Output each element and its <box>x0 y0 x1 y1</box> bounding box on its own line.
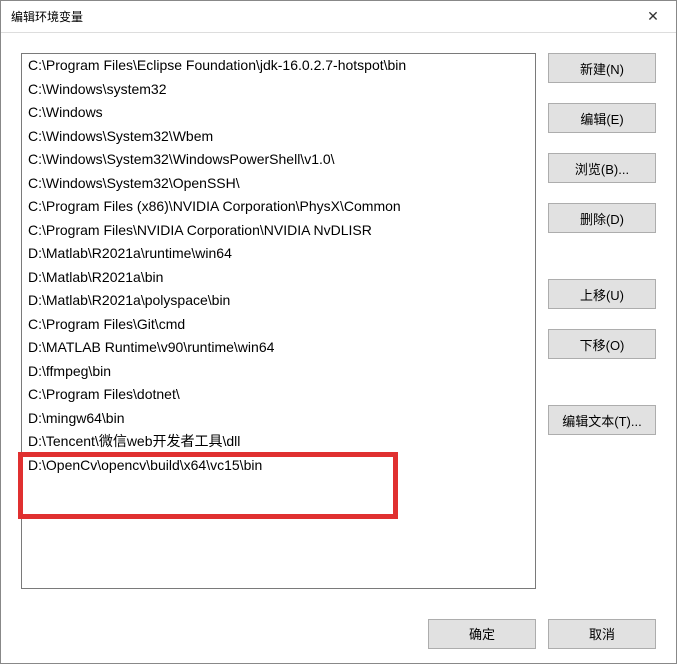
list-item[interactable]: C:\Windows <box>22 101 535 125</box>
path-listbox[interactable]: C:\Program Files\Eclipse Foundation\jdk-… <box>21 53 536 589</box>
edittext-button[interactable]: 编辑文本(T)... <box>548 405 656 435</box>
button-column: 新建(N) 编辑(E) 浏览(B)... 删除(D) 上移(U) 下移(O) 编… <box>548 53 656 603</box>
list-item[interactable]: C:\Windows\System32\OpenSSH\ <box>22 172 535 196</box>
titlebar: 编辑环境变量 ✕ <box>1 1 676 33</box>
moveup-button[interactable]: 上移(U) <box>548 279 656 309</box>
list-item[interactable]: D:\Matlab\R2021a\polyspace\bin <box>22 289 535 313</box>
list-item[interactable]: D:\mingw64\bin <box>22 407 535 431</box>
list-area: C:\Program Files\Eclipse Foundation\jdk-… <box>21 53 536 603</box>
edit-button[interactable]: 编辑(E) <box>548 103 656 133</box>
list-item[interactable]: C:\Program Files\Eclipse Foundation\jdk-… <box>22 54 535 78</box>
list-item[interactable]: D:\OpenCv\opencv\build\x64\vc15\bin <box>22 454 535 478</box>
spacer <box>548 91 656 103</box>
browse-button[interactable]: 浏览(B)... <box>548 153 656 183</box>
list-item[interactable]: D:\Matlab\R2021a\runtime\win64 <box>22 242 535 266</box>
new-button[interactable]: 新建(N) <box>548 53 656 83</box>
list-item[interactable]: D:\ffmpeg\bin <box>22 360 535 384</box>
dialog-title: 编辑环境变量 <box>11 8 83 25</box>
spacer <box>548 317 656 329</box>
list-item[interactable]: C:\Windows\System32\Wbem <box>22 125 535 149</box>
cancel-button[interactable]: 取消 <box>548 619 656 649</box>
list-item[interactable]: D:\Matlab\R2021a\bin <box>22 266 535 290</box>
spacer <box>548 241 656 279</box>
spacer <box>548 191 656 203</box>
content-area: C:\Program Files\Eclipse Foundation\jdk-… <box>1 33 676 603</box>
list-item[interactable]: D:\Tencent\微信web开发者工具\dll <box>22 430 535 454</box>
spacer <box>548 141 656 153</box>
list-item[interactable]: C:\Program Files\Git\cmd <box>22 313 535 337</box>
list-item[interactable]: C:\Program Files\NVIDIA Corporation\NVID… <box>22 219 535 243</box>
list-item[interactable]: C:\Program Files (x86)\NVIDIA Corporatio… <box>22 195 535 219</box>
list-item[interactable]: C:\Windows\System32\WindowsPowerShell\v1… <box>22 148 535 172</box>
close-button[interactable]: ✕ <box>630 1 676 33</box>
ok-button[interactable]: 确定 <box>428 619 536 649</box>
list-item[interactable]: C:\Program Files\dotnet\ <box>22 383 535 407</box>
list-item[interactable]: C:\Windows\system32 <box>22 78 535 102</box>
list-item[interactable]: D:\MATLAB Runtime\v90\runtime\win64 <box>22 336 535 360</box>
movedown-button[interactable]: 下移(O) <box>548 329 656 359</box>
env-var-dialog: 编辑环境变量 ✕ C:\Program Files\Eclipse Founda… <box>0 0 677 664</box>
list-item[interactable] <box>22 477 535 501</box>
delete-button[interactable]: 删除(D) <box>548 203 656 233</box>
dialog-footer: 确定 取消 <box>1 603 676 663</box>
spacer <box>548 367 656 405</box>
